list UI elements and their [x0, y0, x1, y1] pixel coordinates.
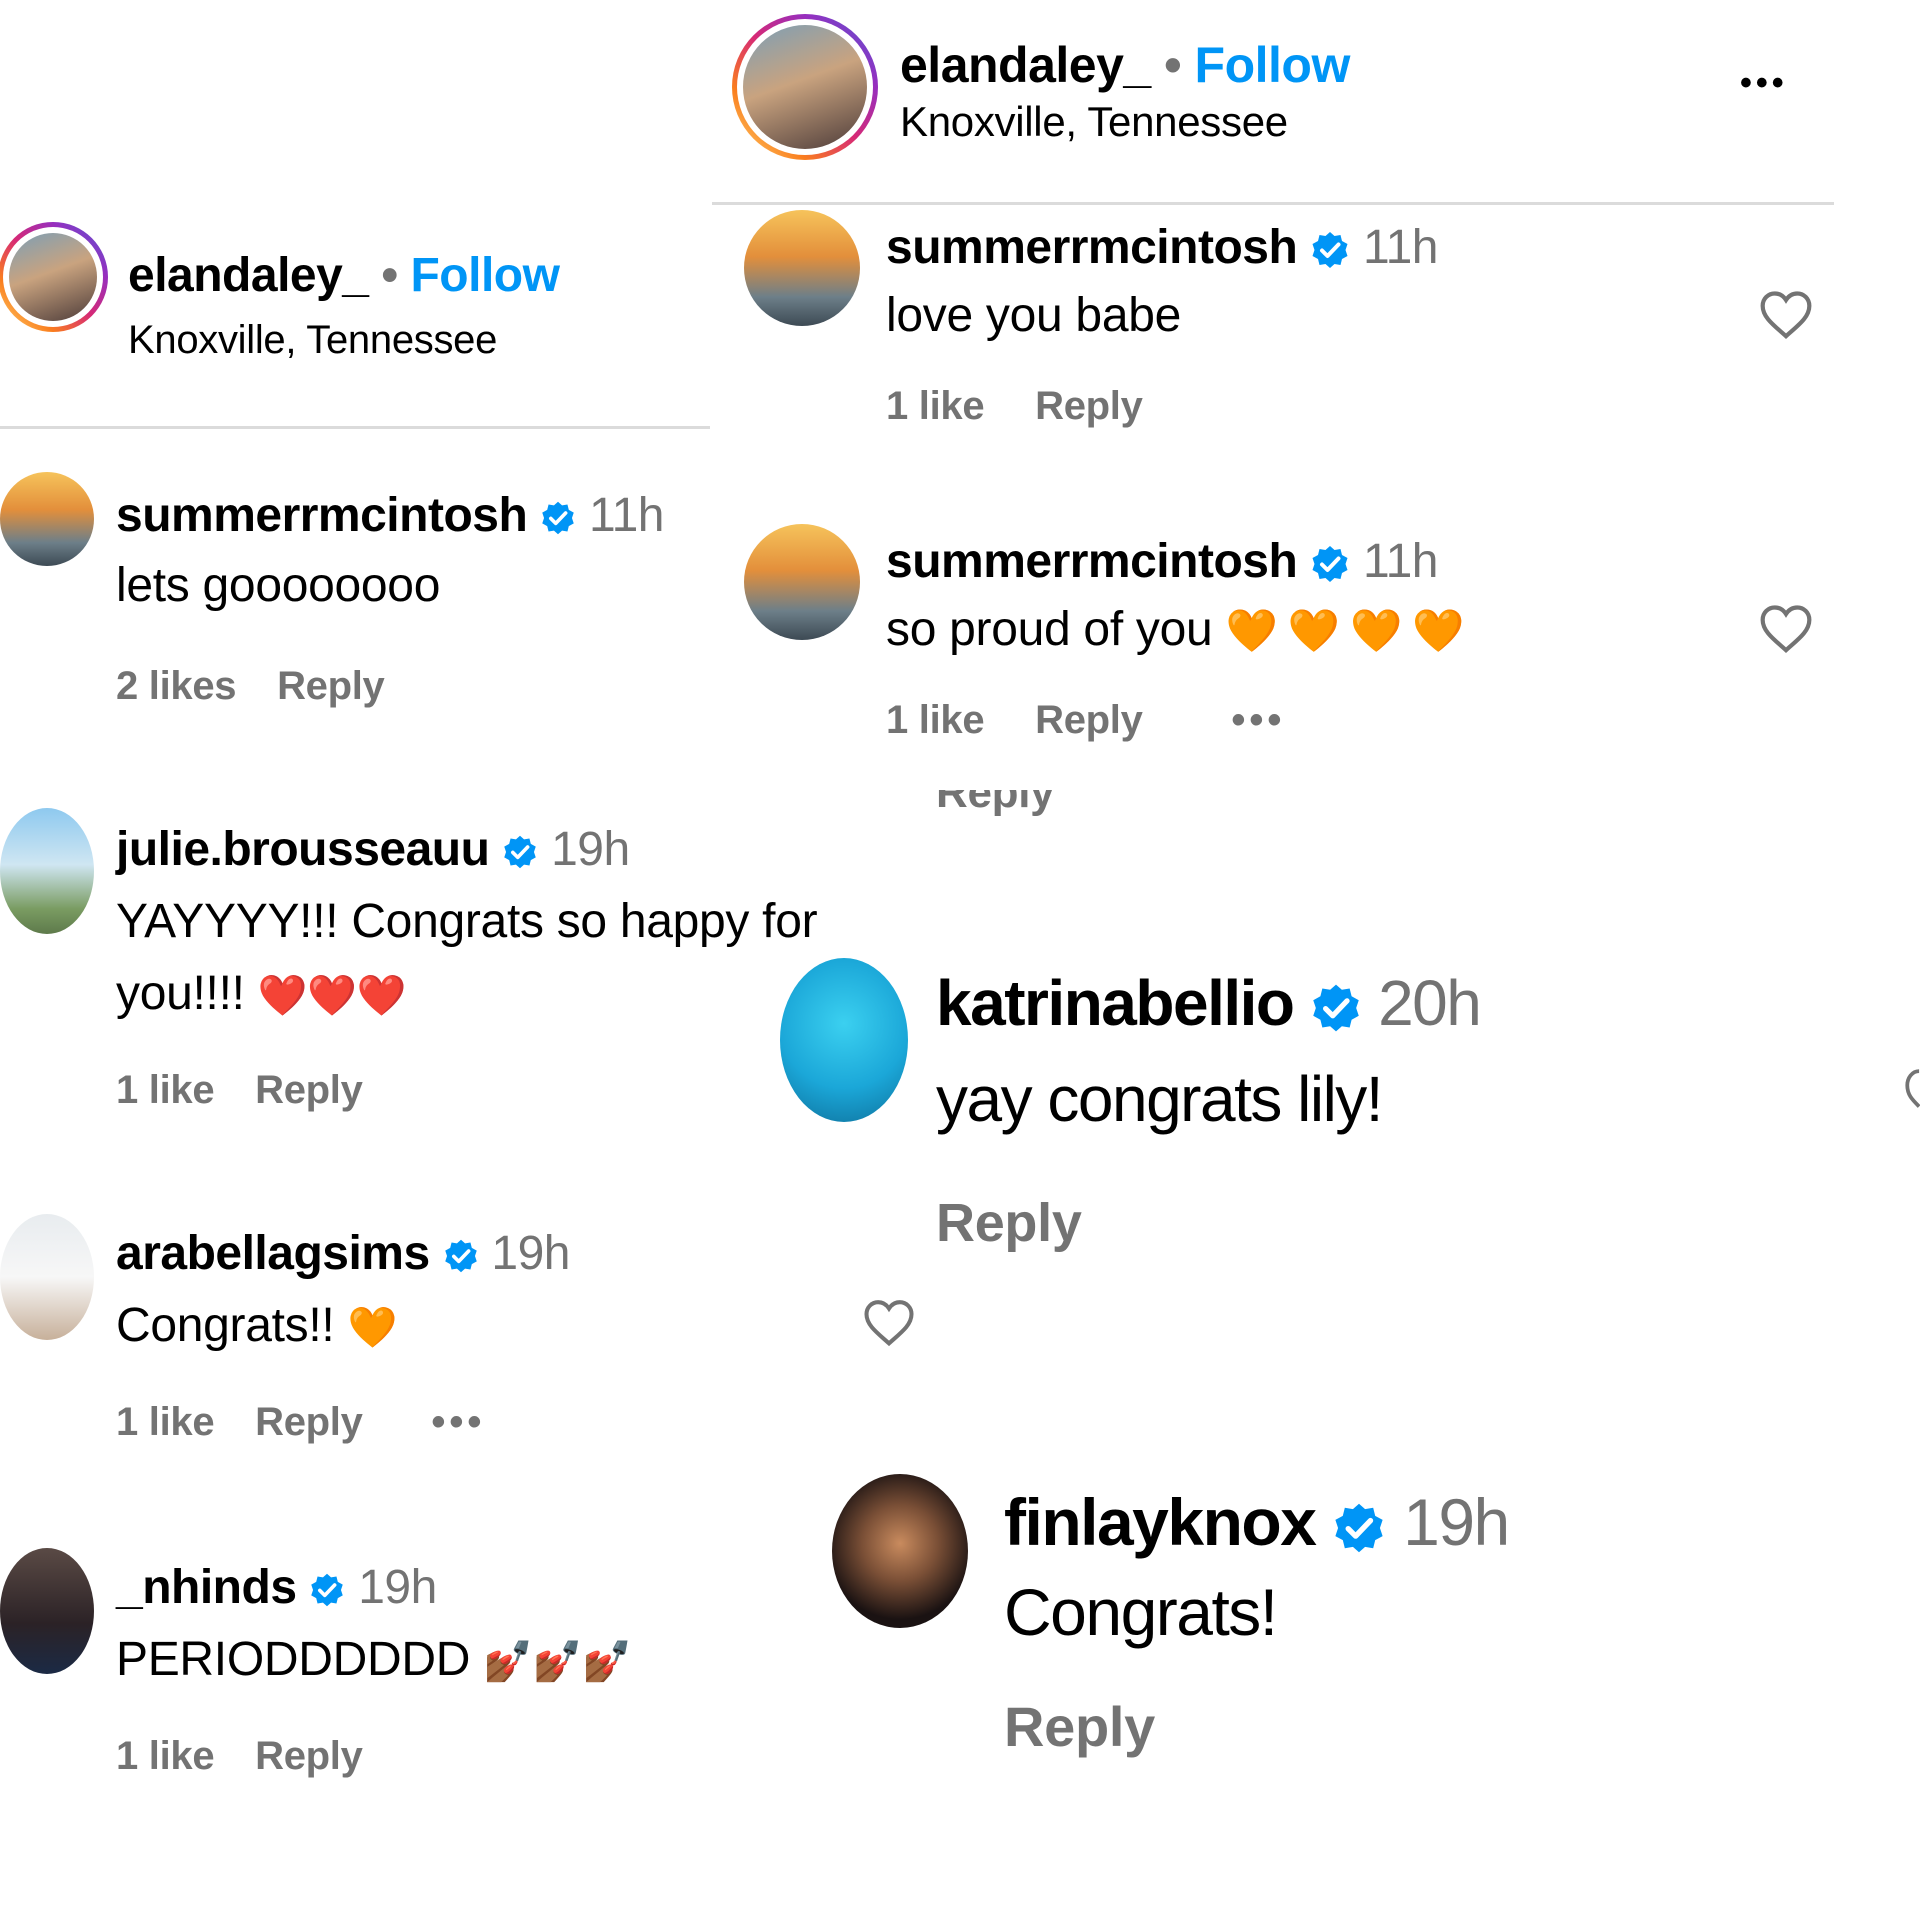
avatar[interactable]: [0, 472, 94, 566]
verified-badge-icon: [504, 836, 537, 869]
heart-emoji: ❤️❤️❤️: [257, 974, 407, 1018]
separator-dot: •: [381, 249, 398, 302]
comment-username[interactable]: finlayknox: [1004, 1485, 1317, 1559]
comment-time: 11h: [588, 489, 665, 542]
comment-text: Congrats!: [1004, 1575, 1278, 1649]
like-count[interactable]: 1 like: [886, 384, 985, 428]
avatar[interactable]: [0, 1548, 94, 1674]
reply-button[interactable]: Reply: [255, 1400, 363, 1444]
comment-time: 19h: [1403, 1485, 1510, 1559]
comment-username[interactable]: summerrmcintosh: [886, 535, 1298, 588]
more-icon[interactable]: •••: [431, 1400, 485, 1444]
heart-icon-cropped[interactable]: [1904, 1064, 1920, 1116]
separator-dot: •: [1164, 37, 1182, 93]
post-author-username[interactable]: elandaley_: [128, 249, 369, 302]
follow-button[interactable]: Follow: [1195, 37, 1351, 93]
avatar[interactable]: [0, 808, 94, 934]
comment-text-line2: you!!!!: [116, 967, 245, 1020]
avatar[interactable]: [0, 222, 108, 332]
comment-username[interactable]: katrinabellio: [936, 967, 1295, 1039]
orange-heart-emoji: 🧡🧡🧡🧡: [1225, 607, 1475, 654]
reply-button[interactable]: Reply: [277, 664, 385, 708]
comment-text: love you babe: [886, 289, 1181, 342]
more-icon[interactable]: •••: [1740, 64, 1788, 103]
comment-text: lets goooooooo: [116, 559, 441, 612]
avatar[interactable]: [744, 524, 860, 640]
reply-button[interactable]: Reply: [255, 1068, 363, 1112]
like-count[interactable]: 1 like: [116, 1400, 215, 1444]
more-icon[interactable]: •••: [1231, 698, 1285, 742]
comment-time: 11h: [1362, 221, 1439, 274]
reply-button[interactable]: Reply: [1035, 384, 1143, 428]
post-author-username[interactable]: elandaley_: [900, 37, 1151, 93]
comment-username[interactable]: summerrmcintosh: [886, 221, 1298, 274]
comment-time: 11h: [1362, 535, 1439, 588]
follow-button[interactable]: Follow: [410, 249, 559, 302]
comment-text: PERIODDDDDD: [116, 1633, 471, 1686]
divider: [0, 426, 710, 429]
comment-time: 19h: [491, 1227, 570, 1280]
comment-text: Congrats!!: [116, 1299, 335, 1352]
post-location[interactable]: Knoxville, Tennessee: [128, 318, 497, 363]
verified-badge-icon: [1313, 984, 1359, 1032]
verified-badge-icon: [444, 1240, 477, 1273]
verified-badge-icon: [311, 1574, 344, 1607]
verified-badge-icon: [1312, 546, 1348, 583]
avatar[interactable]: [732, 14, 878, 160]
reply-button[interactable]: Reply: [255, 1734, 363, 1778]
divider: [712, 202, 1834, 205]
like-count[interactable]: 1 like: [116, 1068, 215, 1112]
comment-text: so proud of you: [886, 603, 1213, 656]
comment-username[interactable]: summerrmcintosh: [116, 489, 528, 542]
verified-badge-icon: [542, 502, 574, 535]
comment-username[interactable]: julie.brousseauu: [116, 823, 490, 876]
orange-heart-emoji: 🧡: [347, 1306, 398, 1350]
reply-button[interactable]: Reply: [1035, 698, 1143, 742]
nail-polish-emoji: 💅🏾💅🏾💅🏾: [483, 1640, 632, 1684]
comment-time: 19h: [551, 823, 630, 876]
comment-username[interactable]: arabellagsims: [116, 1227, 430, 1280]
avatar[interactable]: [832, 1474, 968, 1628]
like-count[interactable]: 1 like: [886, 698, 985, 742]
post-location[interactable]: Knoxville, Tennessee: [900, 98, 1288, 146]
avatar[interactable]: [0, 1214, 94, 1340]
heart-icon[interactable]: [1758, 288, 1814, 340]
heart-icon[interactable]: [1758, 602, 1814, 654]
verified-badge-icon: [1335, 1503, 1383, 1552]
heart-icon[interactable]: [862, 1296, 916, 1348]
reply-button[interactable]: Reply: [1004, 1694, 1155, 1759]
like-count[interactable]: 1 like: [116, 1734, 215, 1778]
avatar[interactable]: [780, 958, 908, 1122]
comment-text: yay congrats lily!: [936, 1063, 1384, 1135]
verified-badge-icon: [1312, 232, 1348, 269]
comment-time: 20h: [1378, 967, 1482, 1039]
comment-time: 19h: [358, 1561, 437, 1614]
like-count[interactable]: 2 likes: [116, 664, 237, 708]
comment-username[interactable]: _nhinds: [116, 1561, 297, 1614]
reply-button[interactable]: Reply: [936, 1192, 1082, 1254]
avatar[interactable]: [744, 210, 860, 326]
comment-text: YAYYYY!!! Congrats so happy for: [116, 895, 818, 948]
cropped-reply: Reply: [936, 790, 1136, 824]
reply-button[interactable]: Reply: [936, 790, 1055, 818]
